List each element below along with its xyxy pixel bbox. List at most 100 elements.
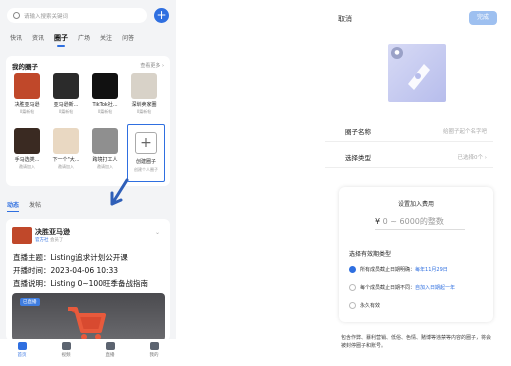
nav-item-video[interactable]: 视频: [44, 339, 88, 366]
tab-qa[interactable]: 问答: [122, 33, 134, 43]
circle-name: 跨境打工人: [92, 157, 118, 163]
name-field[interactable]: 圈子名称 给圈子起个名字吧: [325, 120, 493, 142]
post-line: 直播说明：Listing 0~100旺季备战指南: [13, 279, 148, 288]
circle-sub: 邀请加入: [58, 164, 74, 169]
nav-item-live[interactable]: 直播: [88, 339, 132, 366]
radio-button[interactable]: [349, 266, 356, 273]
view-more-link[interactable]: 查看更多 ›: [140, 62, 164, 69]
radio-button[interactable]: [349, 302, 356, 309]
circle-thumbnail: [14, 128, 40, 154]
nav-label: 我的: [149, 353, 159, 358]
option-desc: 每年11月29日: [415, 267, 448, 273]
search-placeholder: 请输入搜索关键词: [24, 13, 69, 20]
post-meta: 官方社 会员了: [35, 237, 63, 243]
create-circle-button[interactable]: + 创建圈子 创建个人圈子: [127, 124, 165, 182]
type-value[interactable]: 已选择0个 ›: [458, 153, 487, 161]
validity-option[interactable]: 永久有效: [349, 302, 380, 309]
circle-name: 亚马逊新...: [53, 102, 79, 108]
nav-item-home[interactable]: 首页: [0, 339, 44, 366]
live-icon: [105, 342, 115, 350]
image-placeholder-icon: [408, 64, 430, 90]
feed-tabs: 动态 发帖: [7, 200, 41, 212]
chevron-down-icon[interactable]: ⌄: [155, 229, 160, 236]
tab-circles[interactable]: 圈子: [54, 33, 68, 47]
circle-name: 下一个"大...: [52, 157, 80, 163]
circle-item[interactable]: TikTok社... 0篇新帖: [88, 73, 122, 115]
circle-item[interactable]: 下一个"大... 邀请加入: [49, 128, 83, 170]
circle-item[interactable]: 决胜亚马逊 0篇新帖: [10, 73, 44, 115]
plus-icon: +: [135, 132, 157, 154]
circle-sub: 0篇新帖: [58, 109, 74, 114]
radio-button[interactable]: [349, 284, 356, 291]
post-image[interactable]: 已直播: [12, 293, 165, 341]
circle-thumbnail: [92, 73, 118, 99]
create-circle-sub: 创建个人圈子: [134, 167, 158, 172]
nav-label: 首页: [17, 353, 27, 358]
tab-following[interactable]: 关注: [100, 33, 112, 43]
video-icon: [61, 342, 71, 350]
official-badge: 官方社: [35, 238, 49, 243]
name-input[interactable]: 给圈子起个名字吧: [443, 127, 487, 135]
fee-card: 设置加入费用 ¥ 0 ~ 6000的整数 选择有效期类型 所有成员截止日期明确：…: [339, 187, 493, 322]
circles-home: 请输入搜索关键词 + 快讯 资讯 圈子 广场 关注 问答 我的圈子 查看更多 ›…: [0, 0, 176, 366]
pointer-arrow-icon: [110, 178, 129, 206]
option-label: 所有成员截止日期明确: [360, 267, 411, 273]
option-desc: 自加入日期起一年: [415, 285, 456, 291]
circle-thumbnail: [53, 73, 79, 99]
app-screen: 请输入搜索关键词 + 快讯 资讯 圈子 广场 关注 问答 我的圈子 查看更多 ›…: [0, 0, 511, 366]
add-button[interactable]: +: [154, 8, 169, 23]
circle-sub: 邀请加入: [19, 164, 35, 169]
circle-name: 深圳卖家圈: [131, 102, 157, 108]
name-label: 圈子名称: [345, 128, 371, 136]
top-tabs: 快讯 资讯 圈子 广场 关注 问答: [10, 33, 134, 47]
tab-post[interactable]: 发帖: [29, 200, 41, 209]
circle-item[interactable]: 深圳卖家圈 0篇新帖: [127, 73, 161, 115]
search-icon: [13, 12, 20, 19]
circle-sub: 0篇新帖: [136, 109, 152, 114]
cancel-button[interactable]: 取消: [338, 14, 352, 24]
option-label: 每个成员截止日期不同: [360, 285, 411, 291]
validity-option[interactable]: 所有成员截止日期明确：每年11月29日: [349, 266, 448, 273]
circle-name: TikTok社...: [92, 102, 118, 108]
circle-thumbnail: [92, 128, 118, 154]
circle-item[interactable]: 手马选类... 邀请加入: [10, 128, 44, 170]
tab-news-flash[interactable]: 快讯: [10, 33, 22, 43]
tab-activity[interactable]: 动态: [7, 200, 20, 212]
nav-label: 直播: [105, 353, 115, 358]
fee-placeholder: 0 ~ 6000的整数: [382, 217, 444, 226]
home-icon: [17, 342, 27, 350]
nav-label: 视频: [61, 353, 71, 358]
validity-title: 选择有效期类型: [349, 251, 392, 258]
tab-news[interactable]: 资讯: [32, 33, 44, 43]
done-button[interactable]: 完成: [469, 11, 497, 25]
search-input[interactable]: 请输入搜索关键词: [7, 8, 147, 23]
shopping-cart-icon: [68, 307, 106, 340]
tab-square[interactable]: 广场: [78, 33, 90, 43]
circle-name: 手马选类...: [14, 157, 40, 163]
validity-option[interactable]: 每个成员截止日期不同：自加入日期起一年: [349, 284, 455, 291]
option-label: 永久有效: [360, 303, 381, 309]
policy-note: 包含作弊、暴利营销、低俗、色情、赌博等违禁等内容的圈子，将会被封停圈子和账号。: [341, 335, 492, 349]
type-label: 选择类型: [345, 154, 371, 162]
currency-symbol: ¥: [375, 217, 381, 226]
post-author: 决胜亚马逊: [35, 228, 70, 236]
my-circles-card: 我的圈子 查看更多 › 决胜亚马逊 0篇新帖 亚马逊新... 0篇新帖 TikTok社.…: [6, 56, 170, 186]
my-circles-title: 我的圈子: [12, 63, 38, 71]
circle-sub: 0篇新帖: [19, 109, 35, 114]
cover-upload[interactable]: ●: [388, 44, 446, 102]
live-badge: 已直播: [20, 298, 40, 306]
profile-icon: [149, 342, 159, 350]
post-line: 直播主题：Listing追求计划公开课: [13, 253, 128, 262]
type-select[interactable]: 选择类型 已选择0个 ›: [325, 146, 493, 168]
post-card[interactable]: 决胜亚马逊 官方社 会员了 ⌄ 直播主题：Listing追求计划公开课 开播时间…: [6, 219, 170, 341]
fee-input[interactable]: ¥ 0 ~ 6000的整数: [375, 216, 444, 227]
circle-thumbnail: [14, 73, 40, 99]
circle-item[interactable]: 亚马逊新... 0篇新帖: [49, 73, 83, 115]
circle-item[interactable]: 跨境打工人 邀请加入: [88, 128, 122, 170]
post-meta-text: 会员了: [49, 238, 64, 243]
create-circle-form: 取消 完成 ● 圈子名称 给圈子起个名字吧 选择类型 已选择0个 › 设置加入费…: [325, 0, 511, 366]
fee-underline: [375, 229, 465, 230]
create-circle-label: 创建圈子: [135, 159, 156, 165]
nav-item-profile[interactable]: 我的: [132, 339, 176, 366]
fee-title: 设置加入费用: [397, 201, 434, 208]
